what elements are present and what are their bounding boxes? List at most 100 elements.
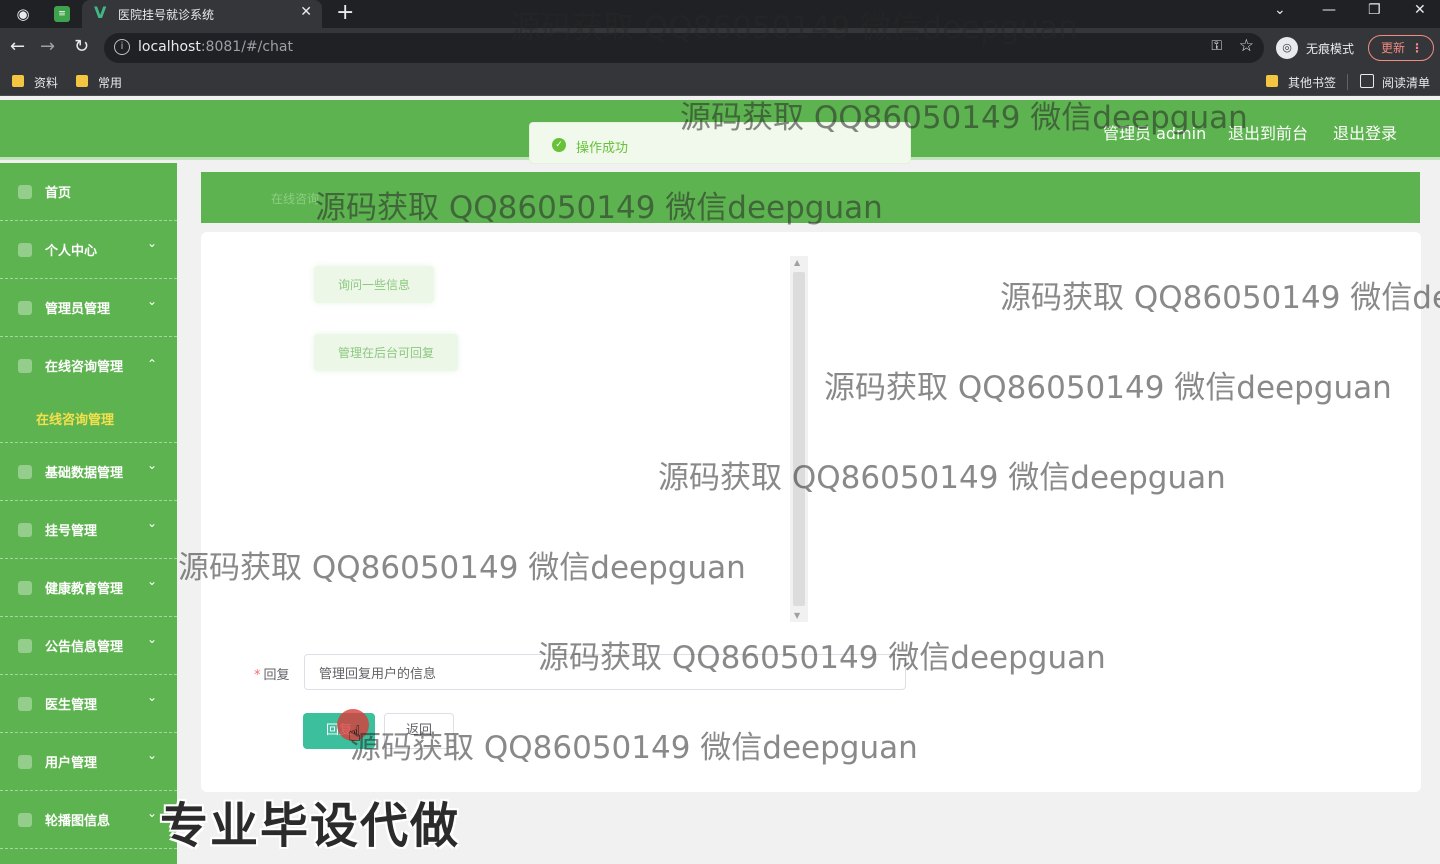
sidebar-item-label: 公告信息管理: [45, 640, 124, 655]
users-icon: [18, 755, 32, 769]
sidebar-item-registration[interactable]: 挂号管理 ⌄: [0, 501, 177, 559]
bookmark-label: 其他书签: [1288, 76, 1337, 90]
chevron-down-icon: ⌄: [146, 516, 157, 530]
info-icon[interactable]: i: [114, 39, 130, 55]
sidebar-item-label: 在线咨询管理: [45, 360, 124, 375]
watermark-text: 源码获取 QQ86050149 微信deepguan: [658, 460, 1226, 496]
breadcrumb-item[interactable]: 在线咨询: [271, 190, 319, 207]
data-icon: [18, 465, 32, 479]
bookmark-label: 阅读清单: [1382, 76, 1431, 90]
update-button[interactable]: 更新 ⋮: [1368, 35, 1434, 61]
app-tab-icon[interactable]: ≡: [54, 6, 70, 22]
watermark-text: 源码获取 QQ86050149 微信deepguan: [315, 190, 883, 226]
watermark-text: 源码获取 QQ86050149 微信deepguan: [538, 640, 1106, 676]
sidebar-item-label: 个人中心: [45, 244, 98, 259]
sidebar: 首页 个人中心 ⌄ 管理员管理 ⌄ 在线咨询管理 ⌃ 在线咨询管理 基础数据管理…: [0, 163, 177, 864]
active-tab[interactable]: V 医院挂号就诊系统 ✕: [82, 0, 322, 28]
notice-icon: [18, 639, 32, 653]
chat-icon: [18, 359, 32, 373]
bookmark-label: 资料: [34, 76, 59, 90]
sidebar-item-label: 用户管理: [45, 756, 98, 771]
scroll-thumb[interactable]: [793, 272, 805, 606]
user-icon: [18, 243, 32, 257]
globe-icon[interactable]: ◉: [14, 5, 32, 23]
key-icon[interactable]: ⚿: [1211, 38, 1222, 54]
chevron-down-icon: ⌄: [146, 236, 157, 250]
sidebar-item-label: 管理员管理: [45, 302, 111, 317]
watermark-text: 源码获取 QQ86050149 微信deepguan: [680, 100, 1248, 136]
folder-icon: [76, 75, 88, 87]
menu-dots-icon[interactable]: ⋮: [1411, 36, 1423, 60]
register-icon: [18, 523, 32, 537]
scroll-down-icon[interactable]: ▼: [794, 611, 800, 620]
sidebar-item-notices[interactable]: 公告信息管理 ⌄: [0, 617, 177, 675]
watermark-text: 源码获取 QQ86050149 微信deepguan: [350, 730, 918, 766]
carousel-icon: [18, 813, 32, 827]
sidebar-item-admins[interactable]: 管理员管理 ⌄: [0, 279, 177, 337]
reading-list-icon: [1360, 74, 1374, 88]
required-icon: *: [254, 668, 261, 683]
tab-title: 医院挂号就诊系统: [118, 8, 215, 22]
chevron-down-icon: ⌄: [146, 748, 157, 762]
watermark-text: 源码获取 QQ86050149 微信deepguan: [178, 550, 746, 586]
watermark-text: 源码获取 QQ86050149 微信deepguan: [824, 370, 1392, 406]
logout-link[interactable]: 退出登录: [1333, 120, 1397, 144]
reload-icon[interactable]: ↻: [74, 37, 89, 57]
sidebar-item-label: 医生管理: [45, 698, 98, 713]
restore-icon[interactable]: ❐: [1368, 2, 1381, 18]
chevron-down-icon: ⌄: [146, 806, 157, 820]
close-icon[interactable]: ✕: [300, 4, 312, 20]
sidebar-item-consult[interactable]: 在线咨询管理 ⌃: [0, 337, 177, 395]
chat-message: 询问一些信息: [314, 266, 435, 303]
bookmark-divider: [1347, 74, 1348, 90]
sidebar-subitem-consult[interactable]: 在线咨询管理: [0, 393, 177, 443]
bookmark-folder[interactable]: 常用: [76, 74, 122, 91]
forward-icon[interactable]: →: [40, 37, 55, 57]
brand-watermark: 专业毕设代做: [160, 798, 461, 854]
tab-search-icon[interactable]: ⌄: [1274, 2, 1286, 18]
folder-icon: [1266, 75, 1278, 87]
chevron-down-icon: ⌄: [146, 690, 157, 704]
reply-label-text: 回复: [263, 668, 290, 683]
minimize-icon[interactable]: —: [1322, 2, 1336, 18]
reply-label: * 回复: [254, 664, 290, 683]
sidebar-item-carousel[interactable]: 轮播图信息 ⌄: [0, 791, 177, 849]
sidebar-subitem-label: 在线咨询管理: [36, 413, 115, 428]
back-icon[interactable]: ←: [10, 37, 25, 57]
sidebar-item-health-edu[interactable]: 健康教育管理 ⌄: [0, 559, 177, 617]
health-icon: [18, 581, 32, 595]
chat-scrollbar[interactable]: ▲ ▼: [790, 256, 808, 622]
sidebar-item-users[interactable]: 用户管理 ⌄: [0, 733, 177, 791]
toast-message: 操作成功: [576, 141, 629, 156]
incognito-icon[interactable]: ◎: [1276, 37, 1298, 59]
bookmark-folder[interactable]: 其他书签: [1266, 74, 1336, 91]
sidebar-item-profile[interactable]: 个人中心 ⌄: [0, 221, 177, 279]
sidebar-item-label: 首页: [45, 186, 72, 201]
bookmark-folder[interactable]: 资料: [12, 74, 58, 91]
watermark-text: 源码获取 QQ86050149 微信deepguan: [1000, 280, 1440, 316]
doctor-icon: [18, 697, 32, 711]
vue-icon: V: [94, 3, 107, 22]
sidebar-item-home[interactable]: 首页: [0, 163, 177, 221]
new-tab-icon[interactable]: +: [336, 1, 354, 25]
sidebar-item-basic-data[interactable]: 基础数据管理 ⌄: [0, 443, 177, 501]
url-text: localhost:8081/#/chat: [138, 39, 293, 55]
sidebar-item-label: 基础数据管理: [45, 466, 124, 481]
admin-icon: [18, 301, 32, 315]
sidebar-item-doctors[interactable]: 医生管理 ⌄: [0, 675, 177, 733]
update-label: 更新: [1381, 41, 1406, 55]
star-icon[interactable]: ☆: [1239, 36, 1254, 56]
home-icon: [18, 185, 32, 199]
watermark-text: 源码获取 QQ86050149 微信deepguan: [510, 10, 1078, 46]
sidebar-item-label: 挂号管理: [45, 524, 98, 539]
scroll-up-icon[interactable]: ▲: [794, 258, 800, 267]
chat-message: 管理在后台可回复: [314, 334, 459, 371]
sidebar-item-label: 健康教育管理: [45, 582, 124, 597]
reading-list[interactable]: 阅读清单: [1360, 74, 1430, 91]
window-close-icon[interactable]: ✕: [1414, 2, 1426, 18]
sidebar-item-label: 轮播图信息: [45, 814, 111, 829]
bookmark-label: 常用: [98, 76, 123, 90]
incognito-label: 无痕模式: [1306, 42, 1355, 56]
chevron-down-icon: ⌄: [146, 574, 157, 588]
folder-icon: [12, 75, 24, 87]
